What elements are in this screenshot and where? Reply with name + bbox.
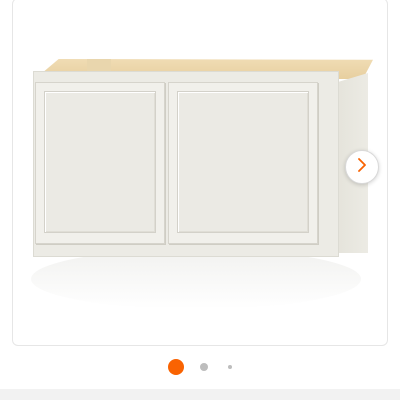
next-image-button[interactable] [345,150,379,184]
carousel-pagination [0,356,400,378]
floor-shadow [31,249,361,309]
cabinet-door-right [168,82,318,244]
product-gallery [0,0,400,400]
product-image [13,0,387,345]
product-image-frame[interactable] [12,0,388,346]
pagination-dot[interactable] [200,363,208,371]
pagination-dot[interactable] [228,365,232,369]
cabinet-door-left [35,82,165,244]
section-divider [0,389,400,400]
chevron-right-icon [355,157,369,177]
door-panel [44,91,156,233]
door-panel [177,91,309,233]
pagination-dot-active[interactable] [168,359,184,375]
